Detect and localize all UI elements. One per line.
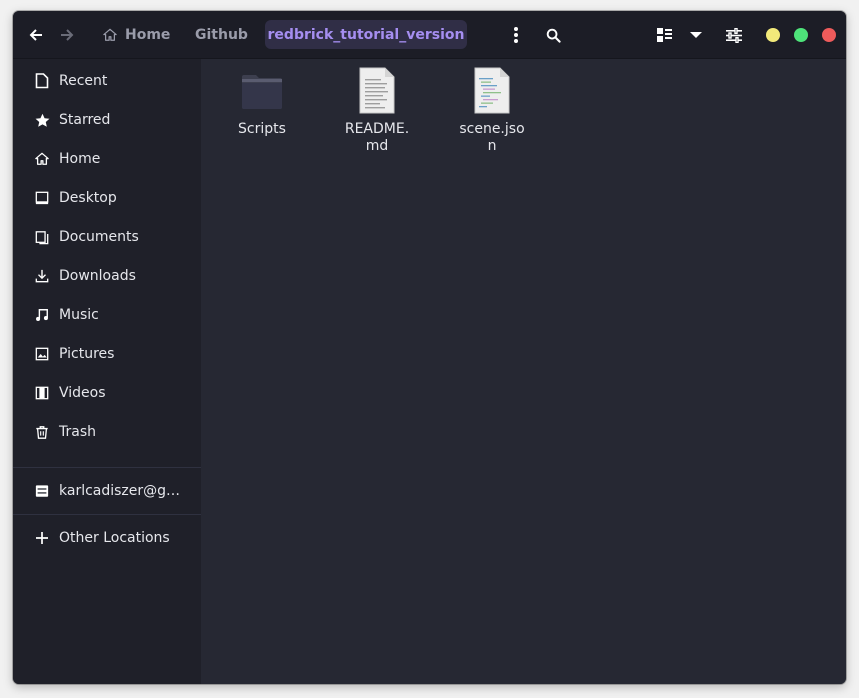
sliders-icon xyxy=(726,27,742,43)
sidebar-item-label: Home xyxy=(59,151,101,167)
breadcrumb-github[interactable]: Github xyxy=(195,23,248,47)
videos-icon xyxy=(34,385,50,401)
sidebar-item-network-drive[interactable]: karlcadiszer@g… xyxy=(13,474,201,508)
recent-document-icon xyxy=(34,73,50,89)
sidebar-item-label: Music xyxy=(59,307,99,323)
star-icon xyxy=(34,112,50,128)
sidebar-item-starred[interactable]: Starred xyxy=(13,103,201,137)
text-document-icon xyxy=(353,65,401,117)
file-item-scene-json[interactable]: scene.json xyxy=(442,65,542,155)
minimize-button[interactable] xyxy=(766,28,780,42)
breadcrumb-home-label: Home xyxy=(125,27,171,43)
view-toggle-button[interactable] xyxy=(653,23,675,47)
pictures-icon xyxy=(34,346,50,362)
sidebar-item-label: Trash xyxy=(59,424,96,440)
file-name: Scripts xyxy=(238,121,286,137)
home-icon xyxy=(103,28,117,41)
settings-button[interactable] xyxy=(722,23,746,47)
sidebar-item-label: Recent xyxy=(59,73,108,89)
sidebar-item-label: Documents xyxy=(59,229,139,245)
header-bar: Home Github redbrick_tutorial_version xyxy=(13,11,846,59)
file-item-readme[interactable]: README.md xyxy=(327,65,427,155)
file-item-scripts[interactable]: Scripts xyxy=(212,65,312,138)
trash-icon xyxy=(34,424,50,440)
maximize-button[interactable] xyxy=(794,28,808,42)
sidebar-item-label: Downloads xyxy=(59,268,136,284)
file-name: scene.json xyxy=(459,121,525,154)
home-icon xyxy=(34,151,50,167)
documents-icon xyxy=(34,229,50,245)
sidebar-item-home[interactable]: Home xyxy=(13,142,201,176)
download-icon xyxy=(34,268,50,284)
sidebar-separator xyxy=(13,467,201,468)
arrow-right-icon xyxy=(61,29,74,41)
vertical-dots-icon xyxy=(514,27,518,43)
search-icon xyxy=(546,28,561,43)
sidebar: Recent Starred Home Desktop Documents Do… xyxy=(13,59,201,684)
arrow-left-icon xyxy=(29,29,42,41)
sidebar-item-desktop[interactable]: Desktop xyxy=(13,181,201,215)
breadcrumb-current-label: redbrick_tutorial_version xyxy=(267,26,465,43)
file-name: README.md xyxy=(344,121,410,154)
sidebar-item-label: Desktop xyxy=(59,190,117,206)
breadcrumb-github-label: Github xyxy=(195,27,248,43)
sidebar-item-recent[interactable]: Recent xyxy=(13,64,201,98)
close-button[interactable] xyxy=(822,28,836,42)
sidebar-item-downloads[interactable]: Downloads xyxy=(13,259,201,293)
back-button[interactable] xyxy=(23,23,49,47)
sidebar-item-label: Videos xyxy=(59,385,106,401)
file-view: Scripts README.md scene.json xyxy=(201,59,846,684)
menu-button[interactable] xyxy=(506,23,526,47)
chevron-down-icon xyxy=(690,32,702,38)
breadcrumb-current[interactable]: redbrick_tutorial_version xyxy=(265,20,467,49)
music-icon xyxy=(34,307,50,323)
desktop-icon xyxy=(34,190,50,206)
sidebar-item-videos[interactable]: Videos xyxy=(13,376,201,410)
sidebar-item-label: Starred xyxy=(59,112,111,128)
sidebar-item-label: Other Locations xyxy=(59,530,170,546)
folder-icon xyxy=(238,65,286,117)
sidebar-item-pictures[interactable]: Pictures xyxy=(13,337,201,371)
forward-button[interactable] xyxy=(54,23,80,47)
sidebar-item-label: Pictures xyxy=(59,346,115,362)
file-manager-window: Home Github redbrick_tutorial_version Re… xyxy=(13,11,846,684)
sidebar-item-documents[interactable]: Documents xyxy=(13,220,201,254)
code-document-icon xyxy=(468,65,516,117)
view-options-dropdown[interactable] xyxy=(685,23,707,47)
sidebar-separator xyxy=(13,514,201,515)
search-button[interactable] xyxy=(541,23,565,47)
list-grid-view-icon xyxy=(656,28,672,42)
breadcrumb-home[interactable]: Home xyxy=(103,23,170,47)
sidebar-item-trash[interactable]: Trash xyxy=(13,415,201,449)
sidebar-item-label: karlcadiszer@g… xyxy=(59,483,181,499)
sidebar-item-other-locations[interactable]: Other Locations xyxy=(13,521,201,555)
sidebar-item-music[interactable]: Music xyxy=(13,298,201,332)
plus-icon xyxy=(34,530,50,546)
network-drive-icon xyxy=(34,483,50,499)
